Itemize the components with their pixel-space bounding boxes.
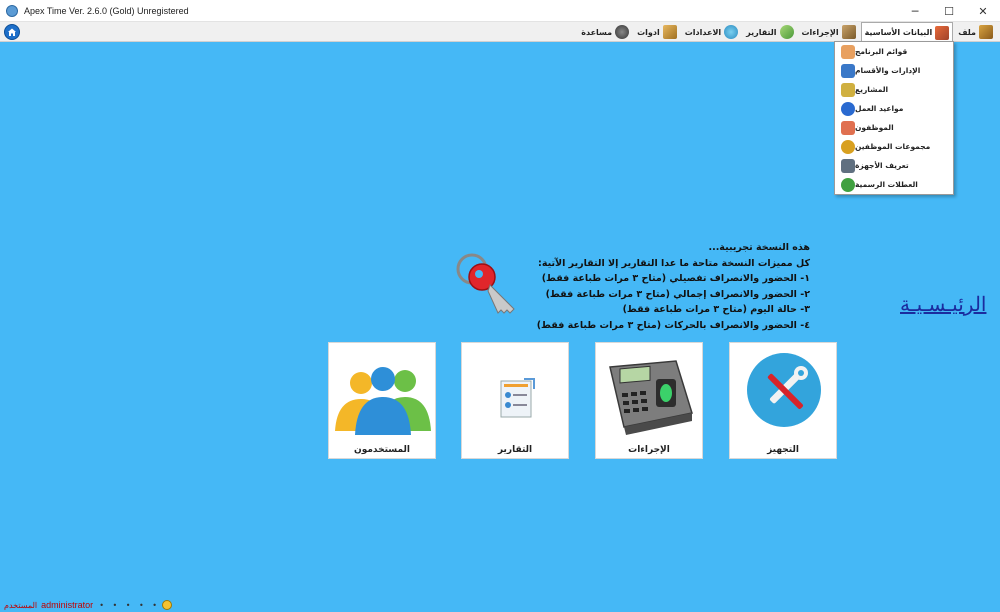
users-group-icon	[335, 367, 431, 435]
menu-bar: ملف البيانات الأساسية الإجراءات التقارير…	[0, 22, 1000, 42]
menu-reports[interactable]: التقارير	[743, 23, 796, 41]
help-icon	[615, 25, 630, 39]
file-icon	[979, 25, 993, 39]
projects-icon	[841, 82, 855, 97]
smiley-icon	[161, 600, 172, 610]
dropdown-item-work-schedule[interactable]: مواعيد العمل	[835, 99, 953, 118]
procedures-tile[interactable]: الإجراءات	[595, 342, 703, 459]
menu-tools[interactable]: ادوات	[634, 23, 680, 41]
holidays-icon	[841, 177, 855, 192]
tools-icon	[662, 25, 677, 39]
status-user-label: المستخدم	[4, 600, 38, 610]
dropdown-item-holidays[interactable]: العطلات الرسمية	[835, 175, 953, 194]
users-tile[interactable]: المستخدمون	[328, 342, 436, 459]
menu-help[interactable]: مساعدة	[578, 23, 632, 41]
dropdown-item-program-lists[interactable]: قوائم البرنامج	[835, 42, 953, 61]
dropdown-item-departments[interactable]: الإدارات والأقسام	[835, 61, 953, 80]
settings-icon	[724, 25, 739, 39]
minimize-button[interactable]: ─	[898, 0, 932, 22]
setup-tile[interactable]: التجهيز	[729, 342, 837, 459]
reports-tile[interactable]: التقارير	[461, 342, 569, 459]
employee-groups-icon	[841, 139, 855, 154]
trial-line: ٤- الحضور والانصراف بالحركات (متاح ٣ مرا…	[536, 319, 810, 331]
departments-icon	[841, 63, 855, 78]
employees-icon	[841, 120, 855, 135]
trial-notice: هذه النسخة تجريبية... كل مميزات النسخة م…	[520, 240, 810, 333]
devices-icon	[841, 158, 855, 173]
status-bar: المستخدم administrator • • • • •	[0, 598, 300, 612]
menu-items: ملف البيانات الأساسية الإجراءات التقارير…	[576, 22, 996, 42]
menu-settings[interactable]: الاعدادات	[682, 23, 741, 41]
menu-procedures[interactable]: الإجراءات	[799, 23, 859, 41]
maximize-button[interactable]: ☐	[932, 0, 966, 22]
trial-line: هذه النسخة تجريبية...	[708, 242, 810, 253]
status-username: administrator	[41, 600, 94, 610]
status-dots: • • • • •	[99, 600, 160, 610]
home-icon[interactable]	[4, 24, 20, 40]
reports-tile-label: التقارير	[497, 445, 533, 455]
title-bar: Apex Time Ver. 2.6.0 (Gold) Unregistered…	[0, 0, 1000, 22]
reports-document-icon	[500, 378, 535, 418]
setup-tile-label: التجهيز	[767, 445, 799, 455]
dropdown-item-devices[interactable]: تعريف الأجهزة	[835, 156, 953, 175]
close-button[interactable]: ✕	[966, 0, 1000, 22]
basic-data-icon	[935, 25, 950, 40]
window-title: Apex Time Ver. 2.6.0 (Gold) Unregistered	[24, 5, 189, 16]
trial-line: ١- الحضور والانصراف تفصيلي (متاح ٣ مرات …	[541, 273, 810, 284]
key-icon	[456, 253, 515, 314]
trial-line: كل مميزات النسخة متاحة ما عدا التقارير إ…	[538, 257, 810, 269]
trial-line: ٢- الحضور والانصراف إجمالي (متاح ٣ مرات …	[545, 288, 810, 300]
trial-line: ٣- حالة اليوم (متاح ٣ مرات طباعة فقط)	[622, 304, 810, 315]
work-schedule-icon	[841, 101, 855, 116]
setup-tools-icon	[747, 353, 821, 427]
window-controls: ─ ☐ ✕	[898, 0, 1000, 22]
reports-icon	[779, 25, 794, 39]
procedures-icon	[841, 25, 856, 39]
home-link[interactable]: الرئيـسـيـة	[900, 292, 986, 316]
dropdown-item-employees[interactable]: الموظفون	[835, 118, 953, 137]
app-icon	[6, 4, 18, 17]
procedures-tile-label: الإجراءات	[628, 445, 670, 455]
time-clock-device-icon	[609, 360, 693, 435]
menu-basic-data[interactable]: البيانات الأساسية	[860, 22, 954, 42]
users-tile-label: المستخدمون	[354, 445, 410, 455]
dropdown-item-employee-groups[interactable]: مجموعات الموظفين	[835, 137, 953, 156]
menu-file[interactable]: ملف	[955, 23, 996, 41]
basic-data-dropdown: قوائم البرنامج الإدارات والأقسام المشاري…	[834, 41, 954, 195]
dropdown-item-projects[interactable]: المشاريع	[835, 80, 953, 99]
program-lists-icon	[841, 44, 855, 59]
